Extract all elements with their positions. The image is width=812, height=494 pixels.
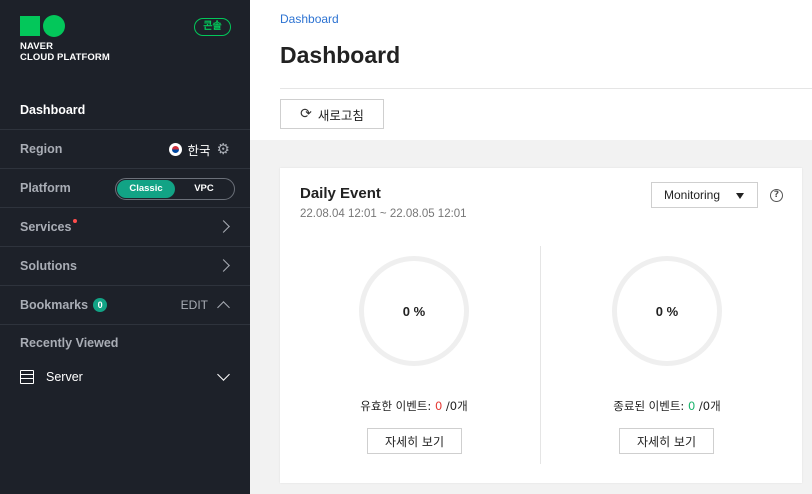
closed-event-percent: 0 % [655,303,679,319]
recent-item-label: Server [46,370,83,384]
page-header: Dashboard Dashboard ⟳ 새로고침 [250,0,812,140]
active-event-percent: 0 % [402,303,426,319]
page-title: Dashboard [280,42,401,68]
sidebar: NAVER CLOUD PLATFORM 콘솔 Dashboard Region… [0,0,250,494]
recent-item-server[interactable]: Server [20,368,232,386]
bookmarks-edit-button[interactable]: EDIT [181,298,208,312]
monitoring-select-value: Monitoring [664,188,721,202]
sidebar-item-label: Region [20,142,63,156]
chevron-down-icon[interactable] [217,368,230,381]
platform-option-vpc[interactable]: VPC [175,180,233,198]
sidebar-item-label: Platform [20,181,71,195]
active-event-detail-button[interactable]: 자세히 보기 [367,428,462,454]
bookmarks-count-badge: 0 [93,298,108,312]
chevron-right-icon [217,220,230,233]
active-event-label: 유효한 이벤트: [360,399,435,413]
logo-line2: CLOUD PLATFORM [20,52,110,63]
logo-mark-icon [20,15,110,37]
chevron-up-icon[interactable] [217,301,230,314]
date-range: 22.08.04 12:01 ~ 22.08.05 12:01 [300,208,467,220]
card-title: Daily Event [300,185,381,202]
gear-icon[interactable]: ⚙ [217,142,230,157]
region-value: 한국 [187,144,211,158]
closed-event-total: /0개 [695,399,721,413]
help-icon[interactable]: ? [770,189,783,202]
header-divider [280,88,812,89]
active-event-gauge: 0 % [359,256,469,366]
refresh-label: 새로고침 [317,107,364,123]
active-event-total: /0개 [442,399,468,413]
server-icon [20,370,34,384]
logo-text: NAVER CLOUD PLATFORM [20,41,110,63]
closed-event-label: 종료된 이벤트: [613,399,688,413]
console-badge[interactable]: 콘솔 [194,18,231,36]
caret-down-icon [736,193,744,199]
region-selector[interactable]: 한국 ⚙ [168,140,230,159]
breadcrumb[interactable]: Dashboard [280,12,339,26]
refresh-icon: ⟳ [300,106,312,122]
naver-cloud-logo[interactable]: NAVER CLOUD PLATFORM [20,15,110,63]
platform-option-classic[interactable]: Classic [117,180,175,198]
sidebar-item-label: Bookmarks [20,298,89,312]
card-divider [540,246,541,464]
sidebar-item-label: Solutions [20,259,77,273]
sidebar-item-region[interactable]: Region 한국 ⚙ [0,130,250,169]
closed-event-summary: 종료된 이벤트: 0 /0개 [577,398,757,414]
chevron-right-icon [217,259,230,272]
korea-flag-icon [168,143,182,156]
logo-line1: NAVER [20,41,54,52]
sidebar-item-bookmarks[interactable]: Bookmarks 0 EDIT [0,286,250,325]
sidebar-item-services[interactable]: Services [0,208,250,247]
monitoring-select[interactable]: Monitoring [651,182,758,208]
closed-event-detail-button[interactable]: 자세히 보기 [619,428,714,454]
closed-event-gauge: 0 % [612,256,722,366]
sidebar-item-label: Services [20,220,72,234]
refresh-button[interactable]: ⟳ 새로고침 [280,99,384,129]
recently-viewed-title: Recently Viewed [20,336,119,350]
platform-toggle[interactable]: Classic VPC [115,178,235,200]
sidebar-item-label: Dashboard [20,103,86,117]
sidebar-item-platform: Platform Classic VPC [0,169,250,208]
active-event-summary: 유효한 이벤트: 0 /0개 [324,398,504,414]
sidebar-item-dashboard[interactable]: Dashboard [0,91,250,130]
sidebar-item-solutions[interactable]: Solutions [0,247,250,286]
new-dot-icon [73,219,78,223]
daily-event-card: Daily Event 22.08.04 12:01 ~ 22.08.05 12… [280,168,802,483]
